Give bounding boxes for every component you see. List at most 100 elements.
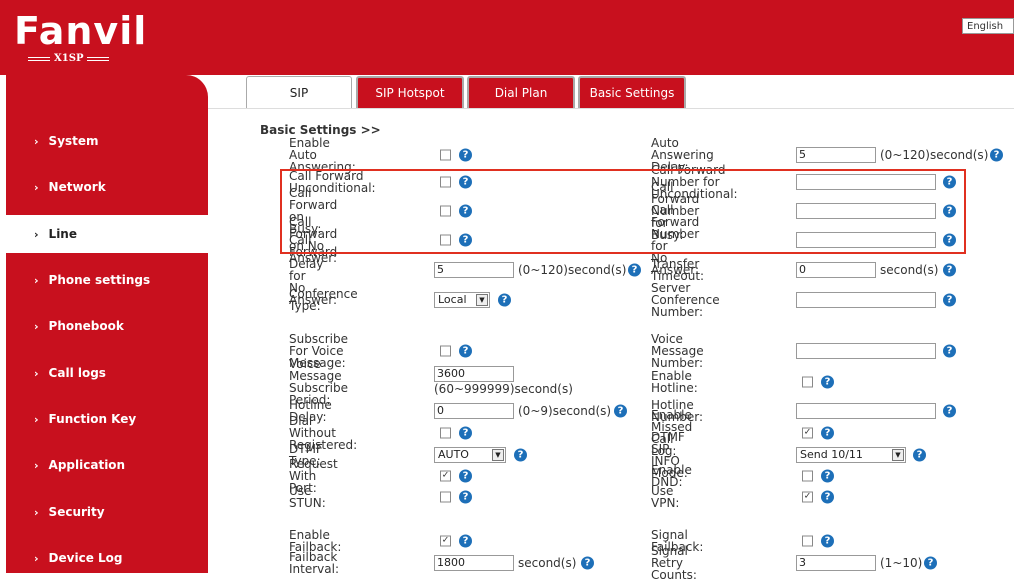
help-icon[interactable]: ? [514,448,527,462]
enable-dnd-checkbox[interactable] [802,470,813,482]
sidebar-item-device-log[interactable]: › Device Log [6,539,208,577]
help-icon[interactable]: ? [943,404,956,418]
sidebar-item-label: Device Log [48,551,123,565]
sidebar-item-label: Phonebook [48,319,124,333]
chevron-right-icon: › [34,273,39,287]
tab-sip-hotspot[interactable]: SIP Hotspot [356,76,464,108]
sidebar-item-label: Phone settings [48,273,151,287]
tab-sip[interactable]: SIP [246,76,352,108]
subscribe-voice-checkbox[interactable] [440,345,451,357]
help-icon[interactable]: ? [459,426,472,440]
signal-failback-checkbox[interactable] [802,535,813,547]
voice-message-number-input[interactable] [796,343,936,359]
sidebar-item-line[interactable]: › Line [0,215,208,253]
hotline-delay-unit: (0~9)second(s) [518,404,612,418]
enable-auto-answering-checkbox[interactable] [440,149,451,161]
sidebar-item-phone-settings[interactable]: › Phone settings [6,261,208,299]
use-vpn-checkbox[interactable]: ✓ [802,491,813,503]
help-icon[interactable]: ? [628,263,641,277]
chevron-right-icon: › [34,366,39,380]
sidebar-item-call-logs[interactable]: › Call logs [6,354,208,392]
dtmf-type-select[interactable]: AUTO ▼ [434,447,506,463]
language-select[interactable]: English [962,18,1014,34]
voice-message-number-label: Voice Message Number: [651,332,704,370]
help-icon[interactable]: ? [913,448,926,462]
tab-dial-plan[interactable]: Dial Plan [467,76,575,108]
subscribe-voice-label-line1: Subscribe For Voice [289,332,348,358]
dtmf-sip-info-mode-select[interactable]: Send 10/11 ▼ [796,447,906,463]
conference-type-label: Conference Type: [289,287,358,313]
help-icon[interactable]: ? [614,404,627,418]
help-icon[interactable]: ? [943,293,956,307]
sidebar-item-label: Security [48,505,105,519]
chevron-right-icon: › [34,505,39,519]
transfer-timeout-input[interactable]: 0 [796,262,876,278]
model-label: X1SP [24,53,113,64]
help-icon[interactable]: ? [459,490,472,504]
enable-auto-answering-label: Enable Auto Answering: [289,136,356,174]
sidebar-item-function-key[interactable]: › Function Key [6,400,208,438]
help-icon[interactable]: ? [459,469,472,483]
help-icon[interactable]: ? [459,344,472,358]
help-icon[interactable]: ? [821,490,834,504]
help-icon[interactable]: ? [943,263,956,277]
vm-sub-period-input[interactable]: 3600 [434,366,514,382]
chevron-right-icon: › [34,134,39,148]
help-icon[interactable]: ? [821,469,834,483]
enable-missed-call-log-checkbox[interactable]: ✓ [802,427,813,439]
use-vpn-label: Use VPN: [651,484,680,510]
sidebar-item-phonebook[interactable]: › Phonebook [6,307,208,345]
chevron-down-icon: ▼ [492,449,504,461]
auto-answer-delay-input[interactable]: 5 [796,147,876,163]
chevron-right-icon: › [34,412,39,426]
help-icon[interactable]: ? [943,344,956,358]
chevron-right-icon: › [34,458,39,472]
hotline-delay-input[interactable]: 0 [434,403,514,419]
vm-sub-period-unit: (60~999999)second(s) [434,382,573,396]
model-name: X1SP [54,53,84,64]
help-icon[interactable]: ? [821,375,834,389]
sidebar-item-label: System [48,134,99,148]
sidebar-item-network[interactable]: › Network [6,168,208,206]
help-icon[interactable]: ? [459,534,472,548]
chevron-right-icon: › [34,551,39,565]
help-icon[interactable]: ? [821,426,834,440]
help-icon[interactable]: ? [498,293,511,307]
dtmf-sip-info-mode-select-value: Send 10/11 [800,448,863,461]
failback-interval-label: Failback Interval: [289,550,339,576]
server-conf-number-label: Server Conference Number: [651,282,720,318]
vm-sub-period-label-line1: Voice Message [289,357,342,383]
signal-retry-counts-unit: (1~10) [880,556,923,570]
enable-hotline-checkbox[interactable] [802,376,813,388]
help-icon[interactable]: ? [821,534,834,548]
signal-retry-counts-input[interactable]: 3 [796,555,876,571]
help-icon[interactable]: ? [459,148,472,162]
highlight-box [280,169,966,254]
enable-hotline-label: Enable Hotline: [651,369,698,395]
sidebar-item-security[interactable]: › Security [6,493,208,531]
help-icon[interactable]: ? [924,556,937,570]
request-with-port-checkbox[interactable]: ✓ [440,470,451,482]
transfer-timeout-label: Transfer Timeout: [651,257,705,283]
cf-delay-input[interactable]: 5 [434,262,514,278]
hotline-number-input[interactable] [796,403,936,419]
sidebar-item-label: Line [48,227,77,241]
auto-answer-delay-unit: (0~120)second(s) [880,148,989,162]
fanvil-logo: Fanvil [14,9,148,53]
tab-basic-settings[interactable]: Basic Settings [578,76,686,108]
dial-without-reg-checkbox[interactable] [440,427,451,439]
sidebar-item-label: Network [48,180,106,194]
signal-retry-counts-label: Signal Retry Counts: [651,544,697,582]
failback-interval-input[interactable]: 1800 [434,555,514,571]
sidebar-item-application[interactable]: › Application [6,446,208,484]
sidebar-item-system[interactable]: › System [6,122,208,160]
chevron-right-icon: › [34,319,39,333]
chevron-down-icon: ▼ [892,449,904,461]
server-conf-number-input[interactable] [796,292,936,308]
help-icon[interactable]: ? [990,148,1003,162]
help-icon[interactable]: ? [581,556,594,570]
use-stun-checkbox[interactable] [440,491,451,503]
conference-type-select[interactable]: Local ▼ [434,292,490,308]
chevron-down-icon: ▼ [476,294,488,306]
enable-failback-checkbox[interactable]: ✓ [440,535,451,547]
